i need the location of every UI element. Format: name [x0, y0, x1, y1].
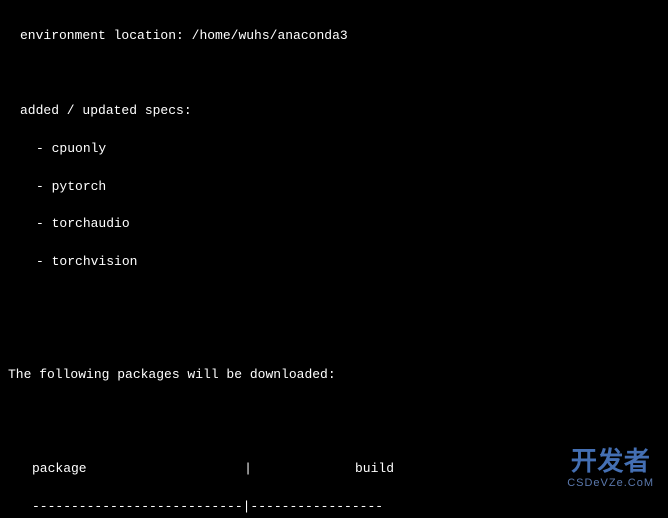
spec-item-label: pytorch: [52, 179, 107, 194]
terminal-output: environment location: /home/wuhs/anacond…: [0, 0, 668, 518]
table-header: package|build: [32, 460, 668, 479]
spec-item: - torchaudio: [4, 215, 668, 234]
blank-line: [4, 65, 668, 84]
spec-item-label: cpuonly: [52, 141, 107, 156]
spec-item-label: torchaudio: [52, 216, 130, 231]
col-build-header: build: [254, 460, 394, 479]
env-location-line: environment location: /home/wuhs/anacond…: [4, 27, 668, 46]
blank-line: [4, 404, 668, 423]
col-package-header: package: [32, 460, 242, 479]
packages-table: package|build --------------------------…: [32, 441, 668, 518]
spec-item: - pytorch: [4, 178, 668, 197]
col-separator: |: [242, 460, 254, 479]
env-location-label: environment location:: [20, 28, 192, 43]
spec-item: - cpuonly: [4, 140, 668, 159]
table-divider: ---------------------------|------------…: [32, 498, 668, 517]
blank-line: [4, 328, 668, 347]
blank-line: [4, 291, 668, 310]
spec-item-label: torchvision: [52, 254, 138, 269]
spec-item: - torchvision: [4, 253, 668, 272]
env-location-path: /home/wuhs/anaconda3: [192, 28, 348, 43]
specs-header: added / updated specs:: [4, 102, 668, 121]
download-header: The following packages will be downloade…: [4, 366, 668, 385]
